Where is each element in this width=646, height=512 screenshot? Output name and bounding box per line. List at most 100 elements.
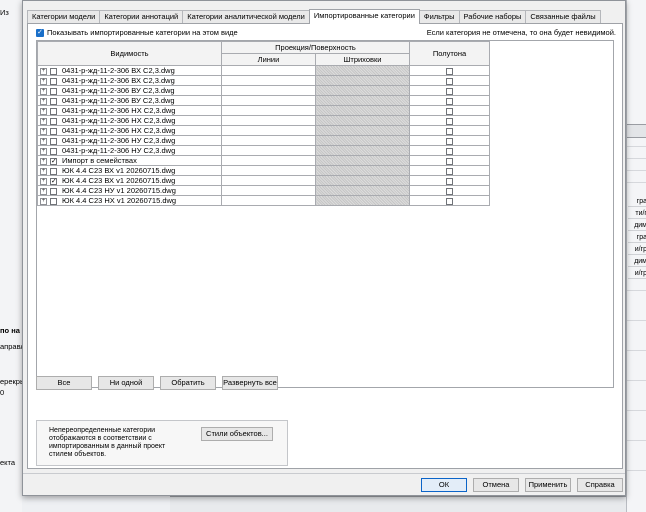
lines-cell[interactable]	[221, 185, 316, 196]
lines-cell[interactable]	[221, 175, 316, 186]
lines-cell[interactable]	[221, 125, 316, 136]
visibility-checkbox[interactable]	[50, 77, 57, 85]
category-name: 0431-р-жд-11-2-306 НУ С2,3.dwg	[62, 146, 176, 155]
lines-cell[interactable]	[221, 145, 316, 156]
halftone-checkbox[interactable]	[446, 127, 453, 135]
tab-1[interactable]: Категории аннотаций	[99, 10, 184, 23]
show-imported-row[interactable]: ✓ Показывать импортированные категории н…	[36, 28, 238, 37]
halftone-checkbox[interactable]	[446, 97, 453, 105]
tab-6[interactable]: Связанные файлы	[525, 10, 601, 23]
table-row[interactable]: +0431-р-жд-11-2-306 ВХ С2,3.dwg	[37, 75, 490, 86]
visibility-cell: + ЮК 4.4 С23 ВХ v1 20260715.dwg	[37, 165, 222, 176]
table-row[interactable]: + ✓ Импорт в семействах	[37, 155, 490, 166]
select-none-button[interactable]: Ни одной	[98, 376, 154, 390]
tab-0[interactable]: Категории модели	[27, 10, 101, 23]
halftone-checkbox[interactable]	[446, 167, 453, 175]
expand-icon[interactable]: +	[40, 87, 47, 95]
lines-cell[interactable]	[221, 95, 316, 106]
halftone-checkbox[interactable]	[446, 77, 453, 85]
expand-icon[interactable]: +	[40, 147, 47, 155]
categories-table: Видимость Проекция/Поверхность Полутона …	[37, 41, 490, 206]
visibility-checkbox[interactable]	[50, 147, 57, 155]
halftone-checkbox[interactable]	[446, 107, 453, 115]
halftone-checkbox[interactable]	[446, 87, 453, 95]
table-row[interactable]: + ЮК 4.4 С23 ВХ v1 20260715.dwg	[37, 165, 490, 176]
expand-icon[interactable]: +	[40, 137, 47, 145]
halftone-checkbox[interactable]	[446, 147, 453, 155]
table-row[interactable]: +0431-р-жд-11-2-306 НХ С2,3.dwg	[37, 115, 490, 126]
table-row[interactable]: +0431-р-жд-11-2-306 НХ С2,3.dwg	[37, 125, 490, 136]
category-name: ЮК 4.4 С23 НХ v1 20260715.dwg	[62, 196, 177, 205]
expand-icon[interactable]: +	[40, 177, 47, 185]
lines-cell[interactable]	[221, 195, 316, 206]
tab-4[interactable]: Фильтры	[418, 10, 460, 23]
expand-icon[interactable]: +	[40, 157, 47, 165]
lines-cell[interactable]	[221, 105, 316, 116]
lines-cell[interactable]	[221, 115, 316, 126]
column-halftone[interactable]: Полутона	[409, 41, 490, 66]
object-styles-button[interactable]: Стили объектов...	[201, 427, 273, 441]
visibility-checkbox[interactable]	[50, 137, 57, 145]
expand-all-button[interactable]: Развернуть все	[222, 376, 278, 390]
visibility-checkbox[interactable]	[50, 127, 57, 135]
visibility-checkbox[interactable]	[50, 97, 57, 105]
visibility-checkbox[interactable]	[50, 167, 57, 175]
expand-icon[interactable]: +	[40, 187, 47, 195]
visibility-checkbox[interactable]: ✓	[50, 177, 57, 185]
table-row[interactable]: + ЮК 4.4 С23 НУ v1 20260715.dwg	[37, 185, 490, 196]
visibility-checkbox[interactable]	[50, 107, 57, 115]
visibility-checkbox[interactable]: ✓	[50, 157, 57, 165]
table-row[interactable]: +0431-р-жд-11-2-306 ВУ С2,3.dwg	[37, 85, 490, 96]
lines-cell[interactable]	[221, 75, 316, 86]
category-name: ЮК 4.4 С23 ВХ v1 20260715.dwg	[62, 176, 176, 185]
show-imported-checkbox[interactable]: ✓	[36, 28, 44, 37]
expand-icon[interactable]: +	[40, 107, 47, 115]
visibility-checkbox[interactable]	[50, 67, 57, 75]
lines-cell[interactable]	[221, 165, 316, 176]
tab-3[interactable]: Импортированные категории	[308, 9, 420, 24]
table-row[interactable]: +0431-р-жд-11-2-306 НХ С2,3.dwg	[37, 105, 490, 116]
table-row[interactable]: +0431-р-жд-11-2-306 НУ С2,3.dwg	[37, 145, 490, 156]
table-row[interactable]: +0431-р-жд-11-2-306 НУ С2,3.dwg	[37, 135, 490, 146]
help-button[interactable]: Справка	[577, 478, 623, 492]
visibility-checkbox[interactable]	[50, 187, 57, 195]
visibility-checkbox[interactable]	[50, 117, 57, 125]
expand-icon[interactable]: +	[40, 97, 47, 105]
apply-button[interactable]: Применить	[525, 478, 571, 492]
expand-icon[interactable]: +	[40, 197, 47, 205]
column-lines[interactable]: Линии	[221, 53, 316, 66]
background-grid-line	[627, 182, 646, 183]
halftone-checkbox[interactable]	[446, 67, 453, 75]
halftone-checkbox[interactable]	[446, 117, 453, 125]
cancel-button[interactable]: Отмена	[473, 478, 519, 492]
ok-button[interactable]: ОК	[421, 478, 467, 492]
halftone-checkbox[interactable]	[446, 177, 453, 185]
table-row[interactable]: + ЮК 4.4 С23 НХ v1 20260715.dwg	[37, 195, 490, 206]
halftone-checkbox[interactable]	[446, 187, 453, 195]
lines-cell[interactable]	[221, 135, 316, 146]
table-row[interactable]: +0431-р-жд-11-2-306 ВХ С2,3.dwg	[37, 65, 490, 76]
tab-2[interactable]: Категории аналитической модели	[182, 10, 310, 23]
halftone-checkbox[interactable]	[446, 197, 453, 205]
expand-icon[interactable]: +	[40, 167, 47, 175]
tab-5[interactable]: Рабочие наборы	[458, 10, 527, 23]
table-row[interactable]: +0431-р-жд-11-2-306 ВУ С2,3.dwg	[37, 95, 490, 106]
halftone-checkbox[interactable]	[446, 157, 453, 165]
expand-icon[interactable]: +	[40, 67, 47, 75]
table-row[interactable]: + ✓ ЮК 4.4 С23 ВХ v1 20260715.dwg	[37, 175, 490, 186]
background-statusbar	[170, 496, 626, 512]
halftone-checkbox[interactable]	[446, 137, 453, 145]
column-hatches[interactable]: Штриховки	[315, 53, 410, 66]
expand-icon[interactable]: +	[40, 127, 47, 135]
select-all-button[interactable]: Все	[36, 376, 92, 390]
expand-icon[interactable]: +	[40, 117, 47, 125]
visibility-checkbox[interactable]	[50, 87, 57, 95]
halftone-cell	[409, 135, 490, 146]
expand-icon[interactable]: +	[40, 77, 47, 85]
invert-button[interactable]: Обратить	[160, 376, 216, 390]
lines-cell[interactable]	[221, 155, 316, 166]
lines-cell[interactable]	[221, 65, 316, 76]
column-visibility[interactable]: Видимость	[37, 41, 222, 66]
lines-cell[interactable]	[221, 85, 316, 96]
visibility-checkbox[interactable]	[50, 197, 57, 205]
